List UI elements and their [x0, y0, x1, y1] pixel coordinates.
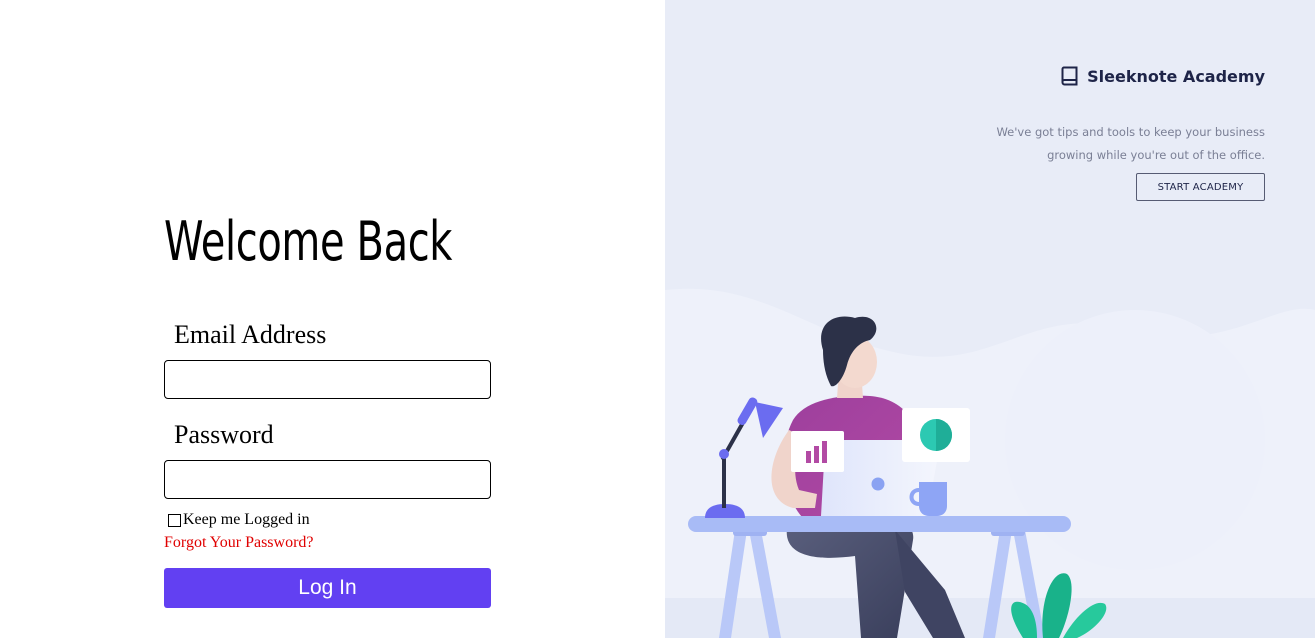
tagline-line-2: growing while you're out of the office. — [1047, 147, 1265, 162]
brand-name: Sleeknote Academy — [1087, 66, 1265, 86]
book-icon — [1061, 66, 1078, 86]
password-label: Password — [174, 420, 274, 449]
laptop-logo — [871, 477, 885, 491]
email-field[interactable] — [164, 360, 491, 399]
lamp-pole — [722, 458, 726, 508]
desk-top — [688, 516, 1071, 532]
coffee-mug — [919, 482, 947, 516]
keep-logged-in-checkbox[interactable] — [168, 513, 181, 527]
login-panel: Welcome Back Email Address Password Keep… — [0, 0, 665, 638]
page-title: Welcome Back — [164, 210, 453, 273]
start-academy-button[interactable]: START ACADEMY — [1136, 173, 1265, 201]
email-label: Email Address — [174, 320, 327, 349]
login-button[interactable]: Log In — [164, 568, 491, 608]
promo-tagline: We've got tips and tools to keep your bu… — [945, 121, 1265, 167]
keep-logged-in-row: Keep me Logged in — [167, 510, 310, 530]
forgot-password-link[interactable]: Forgot Your Password? — [164, 534, 314, 552]
password-field[interactable] — [164, 460, 491, 499]
brand-header: Sleeknote Academy — [1061, 66, 1265, 86]
login-page: Welcome Back Email Address Password Keep… — [0, 0, 1315, 638]
lamp-joint — [719, 449, 729, 459]
tagline-line-1: We've got tips and tools to keep your bu… — [996, 124, 1265, 139]
workspace-illustration — [665, 288, 1315, 638]
promo-panel: Sleeknote Academy We've got tips and too… — [665, 0, 1315, 638]
keep-logged-in-label[interactable]: Keep me Logged in — [183, 511, 310, 529]
